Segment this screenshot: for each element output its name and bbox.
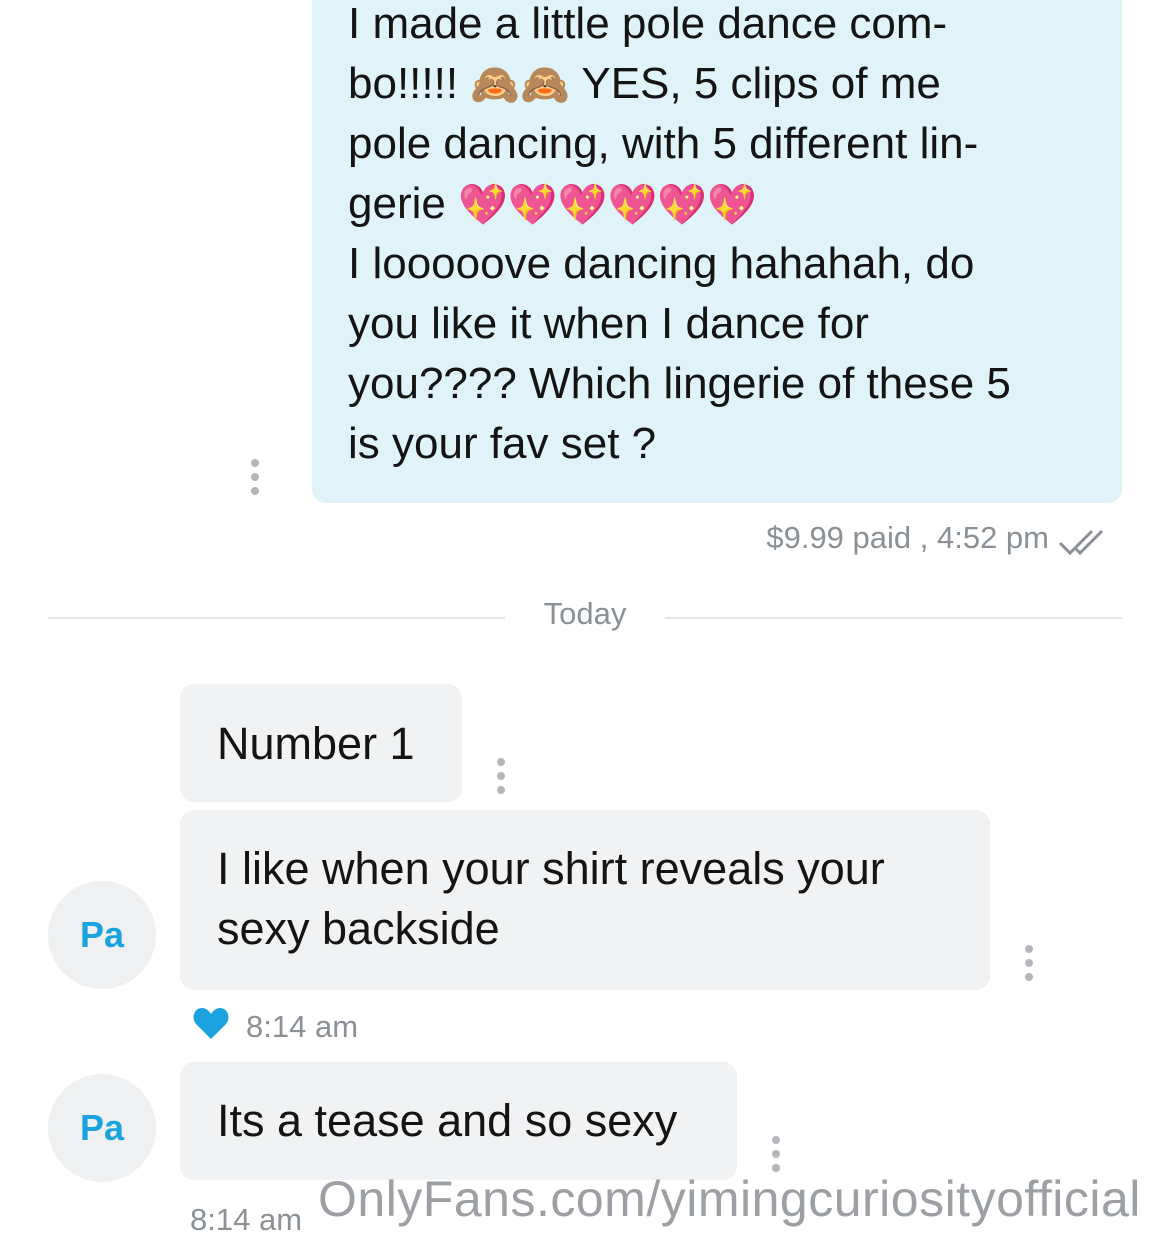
sent-text-1: I made a little pole dance com- <box>348 0 948 48</box>
sent-text-5: I looooove dancing hahahah, do <box>348 239 975 288</box>
sent-message-line-1: I made a little pole dance com- <box>348 0 947 54</box>
sparkling-heart-emoji: 💖💖💖💖💖💖 <box>458 182 757 228</box>
received-text-1: Number 1 <box>217 718 415 769</box>
received-text-3: Its a tease and so sexy <box>217 1095 678 1146</box>
sent-message-line-5: I looooove dancing hahahah, do <box>348 234 974 294</box>
sent-text-2b: YES, 5 clips of me <box>581 59 941 108</box>
sent-message-meta: $9.99 paid , 4:52 pm <box>766 520 1049 555</box>
sent-text-8: is your fav set ? <box>348 419 657 468</box>
double-check-icon <box>1058 529 1104 556</box>
received-text-2a: I like when your shirt reveals your <box>217 843 885 894</box>
sent-text-2: bo!!!!! <box>348 59 459 108</box>
heart-icon[interactable] <box>193 1006 229 1040</box>
received-message-bubble[interactable]: I like when your shirt reveals your sexy… <box>180 810 990 990</box>
sent-text-3: pole dancing, with 5 different lin- <box>348 119 979 168</box>
sent-message-line-4: gerie 💖💖💖💖💖💖 <box>348 174 757 235</box>
sent-message-line-3: pole dancing, with 5 different lin- <box>348 114 978 174</box>
avatar[interactable]: Pa <box>48 1074 156 1182</box>
sent-message-line-7: you???? Which lingerie of these 5 <box>348 354 1011 414</box>
sent-message-line-6: you like it when I dance for <box>348 294 869 354</box>
sent-message-line-8: is your fav set ? <box>348 414 656 474</box>
received-text-2b: sexy backside <box>217 903 500 954</box>
divider-line-right <box>665 617 1122 619</box>
message-timestamp: 8:14 am <box>246 1009 359 1044</box>
sent-text-4: gerie <box>348 179 446 228</box>
avatar[interactable]: Pa <box>48 881 156 989</box>
date-divider-label: Today <box>543 596 627 631</box>
message-options-icon[interactable] <box>496 758 506 800</box>
sent-message-line-2: bo!!!!! 🙈🙈 YES, 5 clips of me <box>348 54 941 115</box>
sent-message-options-icon[interactable] <box>250 459 260 501</box>
sent-text-7: you???? Which lingerie of these 5 <box>348 359 1011 408</box>
watermark: OnlyFans.com/yimingcuriosityofficial <box>318 1171 1141 1227</box>
sent-text-6: you like it when I dance for <box>348 299 869 348</box>
message-timestamp: 8:14 am <box>190 1202 303 1237</box>
see-no-evil-monkey-emoji: 🙈🙈 <box>470 62 570 108</box>
divider-line-left <box>48 617 505 619</box>
message-options-icon[interactable] <box>1024 945 1034 987</box>
received-message-bubble[interactable]: Number 1 <box>180 684 462 802</box>
received-message-bubble[interactable]: Its a tease and so sexy <box>180 1062 737 1180</box>
